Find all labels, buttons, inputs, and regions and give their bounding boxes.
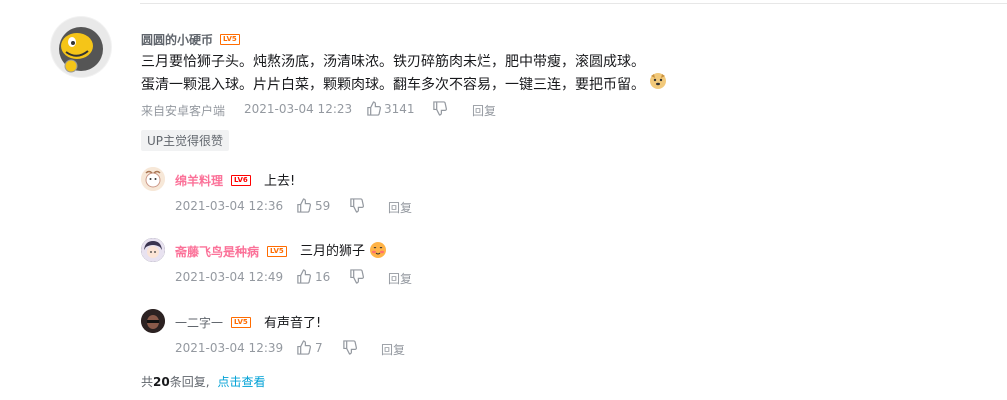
main-comment-line2: 蛋清一颗混入球。片片白菜，颗颗肉球。翻车多次不容易，一键三连，要把币留。 — [141, 72, 667, 98]
reply-button[interactable]: 回复 — [381, 341, 405, 358]
main-username[interactable]: 圆圆的小硬币 — [141, 31, 213, 48]
reply-like-icon[interactable] — [296, 340, 311, 355]
reply-like-count: 7 — [315, 341, 323, 355]
reply-username[interactable]: 斋藤飞鸟是种病 — [175, 243, 259, 260]
reply-like-count: 59 — [315, 199, 331, 213]
main-comment-line2-text: 蛋清一颗混入球。片片白菜，颗颗肉球。翻车多次不容易，一键三连，要把币留。 — [141, 77, 645, 93]
reply-text: 上去! — [264, 174, 296, 189]
view-all-replies-link[interactable]: 点击查看 — [218, 375, 266, 389]
reply-dislike-icon[interactable] — [349, 269, 364, 284]
reply-like-icon[interactable] — [296, 269, 311, 284]
reply-count-footer: 共20条回复, 点击查看 — [141, 373, 266, 390]
reply-button[interactable]: 回复 — [388, 270, 412, 287]
footer-suffix: 条回复, — [169, 375, 210, 389]
reply-level-badge: LV5 — [231, 317, 251, 328]
reply-dislike-icon[interactable] — [349, 198, 364, 213]
footer-count: 20 — [153, 375, 170, 389]
reply-level-badge: LV6 — [231, 175, 251, 186]
main-comment-line1: 三月要恰狮子头。炖熬汤底，汤清味浓。铁刃碎筋肉未烂，肥中带瘦，滚圆成球。 — [141, 54, 645, 70]
reply-button[interactable]: 回复 — [388, 199, 412, 216]
main-like-count: 3141 — [384, 102, 415, 116]
main-dislike-icon[interactable] — [432, 101, 447, 116]
reply-avatar[interactable] — [141, 238, 165, 262]
coin-mascot-icon — [51, 17, 111, 77]
reply-dislike-icon[interactable] — [342, 340, 357, 355]
reply-like-count: 16 — [315, 270, 331, 284]
reply-text: 三月的狮子 — [300, 240, 387, 263]
reply-timestamp: 2021-03-04 12:39 — [175, 341, 284, 355]
reply-avatar[interactable] — [141, 167, 165, 191]
reply-timestamp: 2021-03-04 12:36 — [175, 199, 284, 213]
reply-like-icon[interactable] — [296, 198, 311, 213]
main-like-icon[interactable] — [366, 101, 381, 116]
reply-timestamp: 2021-03-04 12:49 — [175, 270, 284, 284]
reply-text-content: 三月的狮子 — [300, 244, 366, 259]
up-liked-tag: UP主觉得很赞 — [141, 130, 230, 151]
reply-username[interactable]: 一二字一 — [175, 314, 223, 331]
reply-text: 有声音了! — [264, 316, 322, 331]
doge-emoji-icon — [649, 72, 667, 98]
main-source: 来自安卓客户端 — [141, 104, 226, 118]
main-level-badge: LV5 — [220, 34, 240, 45]
reply-level-badge: LV5 — [267, 246, 287, 257]
reply-avatar[interactable] — [141, 309, 165, 333]
reply-username[interactable]: 绵羊料理 — [175, 172, 223, 189]
anime-avatar-icon — [141, 238, 165, 262]
main-avatar[interactable] — [50, 16, 112, 78]
footer-prefix: 共 — [141, 375, 154, 389]
photo-avatar-icon — [141, 309, 165, 333]
main-reply-button[interactable]: 回复 — [472, 102, 496, 119]
sheep-avatar-icon — [141, 167, 165, 191]
main-timestamp: 2021-03-04 12:23 — [244, 102, 353, 116]
top-divider — [140, 3, 1007, 4]
blush-emoji-icon — [369, 241, 387, 263]
